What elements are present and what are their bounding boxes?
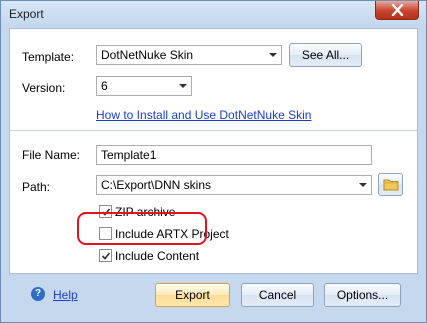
include-content-checkbox[interactable] (99, 249, 112, 262)
chevron-down-icon (179, 84, 187, 88)
title-bar: Export (1, 1, 426, 27)
help-link[interactable]: Help (53, 288, 78, 302)
path-dropdown[interactable]: C:\Export\DNN skins (96, 175, 372, 195)
file-name-label: File Name: (22, 148, 81, 162)
checkmark-icon (101, 252, 111, 260)
close-icon (391, 4, 404, 16)
file-name-input[interactable]: Template1 (96, 145, 372, 165)
version-value: 6 (101, 79, 108, 93)
template-dropdown[interactable]: DotNetNuke Skin (96, 45, 282, 65)
chevron-down-icon (269, 53, 277, 57)
path-label: Path: (22, 180, 51, 194)
close-button[interactable] (375, 1, 419, 20)
chevron-down-icon (359, 183, 367, 187)
folder-icon (383, 179, 398, 191)
version-dropdown[interactable]: 6 (96, 76, 192, 96)
export-button[interactable]: Export (155, 283, 230, 307)
see-all-button[interactable]: See All... (289, 43, 362, 67)
window-title: Export (9, 7, 44, 21)
cancel-button[interactable]: Cancel (241, 283, 314, 307)
browse-folder-button[interactable] (378, 173, 403, 196)
template-value: DotNetNuke Skin (101, 48, 194, 62)
install-help-link[interactable]: How to Install and Use DotNetNuke Skin (96, 108, 311, 122)
include-content-label[interactable]: Include Content (115, 249, 199, 263)
help-icon[interactable]: ? (31, 287, 45, 301)
template-label: Template: (22, 50, 75, 64)
section-divider (10, 130, 417, 131)
highlight-annotation (77, 212, 207, 245)
options-button[interactable]: Options... (324, 283, 401, 307)
version-label: Version: (22, 81, 66, 95)
path-value: C:\Export\DNN skins (101, 178, 212, 192)
export-dialog: Export Template: DotNetNuke Skin See All… (0, 0, 427, 323)
